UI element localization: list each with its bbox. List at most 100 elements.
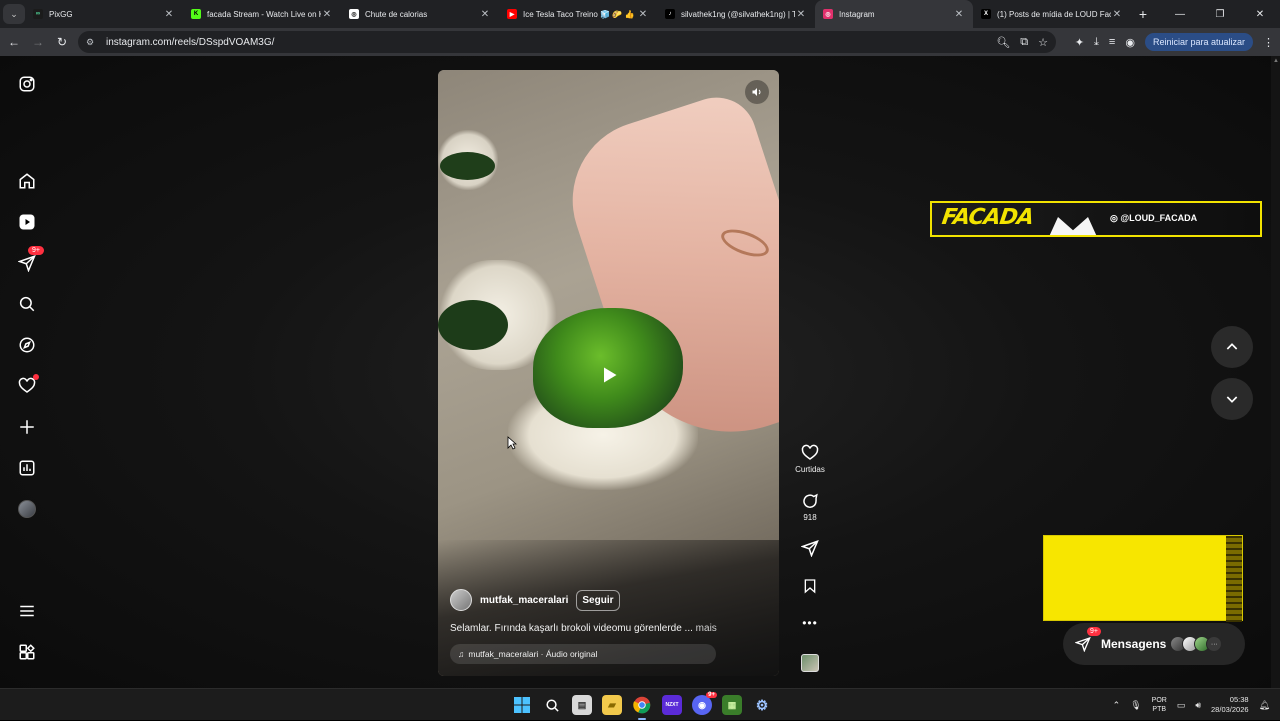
media-controls-icon[interactable]: ≡ [1109, 36, 1115, 48]
chevron-down-icon [1226, 396, 1238, 403]
explore-compass-icon[interactable] [16, 334, 38, 356]
home-icon[interactable] [16, 170, 38, 192]
nzxt-icon: NZXT [665, 702, 679, 708]
scroll-up-arrow-icon[interactable]: ▲ [1273, 58, 1279, 64]
close-tab-icon[interactable]: ✕ [321, 9, 333, 20]
page-scrollbar[interactable]: ▲ [1271, 56, 1280, 688]
browser-tab[interactable]: ▶ Ice Tesla Taco Treino 🧊 🌮 👍 🏋 ✕ [499, 0, 657, 28]
new-tab-button[interactable]: + [1131, 6, 1155, 22]
search-icon[interactable] [16, 293, 38, 315]
downloads-icon[interactable]: ⤓ [1094, 36, 1099, 49]
tab-search-menu-button[interactable]: ⌄ [3, 4, 25, 24]
messages-button[interactable]: 9+ Mensagens ··· [1063, 623, 1245, 665]
minimize-button[interactable]: — [1160, 0, 1200, 28]
tab-title: Ice Tesla Taco Treino 🧊 🌮 👍 🏋 [523, 9, 637, 19]
nzxt-cam-button[interactable]: NZXT [662, 695, 682, 715]
browser-tab-strip: ⌄ ∞ PixGG ✕ Kfacada Stream - Watch Live on … [0, 0, 1280, 28]
url-text: instagram.com/reels/DSspdVOAM3G/ [106, 36, 275, 48]
save-button[interactable] [792, 577, 828, 595]
volume-button[interactable] [745, 80, 769, 104]
discord-badge: 9+ [706, 692, 717, 698]
reload-button[interactable]: ↻ [50, 30, 74, 54]
maximize-button[interactable]: ❐ [1200, 0, 1240, 28]
install-app-icon[interactable]: ⧉ [1020, 36, 1028, 49]
browser-tab[interactable]: Kfacada Stream - Watch Live on Kick✕ [183, 0, 341, 28]
previous-reel-button[interactable] [1211, 326, 1253, 368]
chrome-taskbar-button[interactable] [632, 695, 652, 720]
back-button[interactable]: ← [2, 30, 26, 54]
address-bar[interactable]: ⚙ instagram.com/reels/DSspdVOAM3G/ 🔍︎ ⧉ … [78, 31, 1056, 53]
forward-button[interactable]: → [26, 30, 50, 54]
task-view-button[interactable]: ▤ [572, 695, 592, 715]
audio-thumbnail[interactable] [792, 654, 828, 672]
bookmark-star-icon[interactable]: ☆ [1038, 36, 1048, 49]
microphone-icon[interactable]: 🎙︎ [1130, 700, 1141, 711]
create-plus-icon[interactable] [16, 416, 38, 438]
follow-button[interactable]: Seguir [576, 589, 620, 611]
instagram-logo-icon[interactable] [16, 73, 38, 95]
extensions-icon[interactable]: ✦ [1075, 36, 1084, 49]
play-icon [604, 367, 617, 383]
send-icon [801, 539, 819, 557]
play-button[interactable] [596, 362, 622, 388]
also-from-meta-icon[interactable] [16, 641, 38, 663]
direct-messages-icon[interactable]: 9+ [16, 246, 44, 274]
comment-icon [803, 493, 818, 508]
chevron-up-icon [1226, 343, 1238, 350]
close-tab-icon[interactable]: ✕ [795, 9, 807, 20]
like-button[interactable]: Curtidas [792, 444, 828, 474]
close-tab-icon[interactable]: ✕ [479, 9, 491, 20]
start-button[interactable] [512, 695, 532, 715]
browser-tab[interactable]: X (1) Posts de mídia de LOUD Facada✕ [973, 0, 1131, 28]
profile-avatar[interactable] [16, 498, 38, 520]
notifications-heart-icon[interactable] [16, 374, 39, 397]
mouse-cursor-icon [507, 436, 517, 450]
share-button[interactable] [792, 539, 828, 557]
network-monitor-icon[interactable]: ▭ [1177, 700, 1186, 711]
tab-title: PixGG [49, 9, 73, 19]
browser-tab[interactable]: ◎ Instagram ✕ [815, 0, 973, 28]
file-explorer-button[interactable]: ▰ [602, 695, 622, 715]
messages-label: Mensagens [1101, 637, 1167, 651]
heart-icon [801, 444, 819, 460]
close-tab-icon[interactable]: ✕ [637, 9, 649, 20]
loud-logo-icon [1048, 217, 1098, 235]
settings-button[interactable]: ⚙ [752, 695, 772, 715]
browser-menu-icon[interactable]: ⋮ [1263, 36, 1274, 49]
more-menu-icon[interactable] [16, 600, 38, 622]
author-avatar[interactable] [450, 589, 472, 611]
language-code: POR [1151, 697, 1167, 704]
reels-icon[interactable] [16, 211, 38, 233]
browser-tab[interactable]: ♪ silvathek1ng (@silvathek1ng) | TikTok✕ [657, 0, 815, 28]
author-username[interactable]: mutfak_maceralari [480, 595, 568, 606]
audio-link[interactable]: ♫ mutfak_maceralari · Áudio original [450, 644, 716, 664]
close-window-button[interactable]: ✕ [1240, 0, 1280, 28]
update-browser-button[interactable]: Reiniciar para atualizar [1144, 33, 1253, 51]
taskbar-apps: ▤ ▰ NZXT ◉ 9+ ▦ ⚙ [512, 689, 772, 721]
browser-tab[interactable]: ◎ Chute de calorias ✕ [341, 0, 499, 28]
profile-icon[interactable]: ◉ [1125, 36, 1135, 49]
browser-tab[interactable]: ∞ PixGG ✕ [25, 0, 183, 28]
zoom-icon[interactable]: 🔍︎ [996, 36, 1010, 49]
likes-label: Curtidas [795, 465, 825, 474]
next-reel-button[interactable] [1211, 378, 1253, 420]
site-info-icon[interactable]: ⚙ [86, 37, 100, 48]
caption-more-link[interactable]: mais [696, 623, 717, 634]
reel-video-player[interactable]: mutfak_maceralari Seguir Selamlar. Fırın… [438, 70, 779, 676]
discord-button[interactable]: ◉ 9+ [692, 692, 717, 715]
windows-logo-icon [514, 697, 530, 713]
comment-button[interactable]: 918 [792, 492, 828, 522]
volume-icon[interactable]: 🔊︎ [1195, 700, 1201, 711]
tab-list: ∞PixGG✕Kfacada Stream - Watch Live on Ki… [25, 0, 1131, 28]
game-app-button[interactable]: ▦ [722, 695, 742, 715]
more-options-button[interactable]: ••• [792, 616, 828, 630]
input-language-indicator[interactable]: POR PTB [1152, 696, 1167, 714]
close-tab-icon[interactable]: ✕ [953, 9, 965, 20]
close-tab-icon[interactable]: ✕ [1111, 9, 1123, 20]
taskbar-search-button[interactable] [542, 695, 562, 715]
close-tab-icon[interactable]: ✕ [163, 9, 175, 20]
notification-bell-icon[interactable]: 🔔︎ [1259, 700, 1270, 711]
dashboard-insights-icon[interactable] [16, 457, 38, 479]
show-hidden-icons-chevron-icon[interactable]: ⌃ [1113, 700, 1121, 711]
clock[interactable]: 05:38 28/03/2026 [1211, 695, 1249, 715]
